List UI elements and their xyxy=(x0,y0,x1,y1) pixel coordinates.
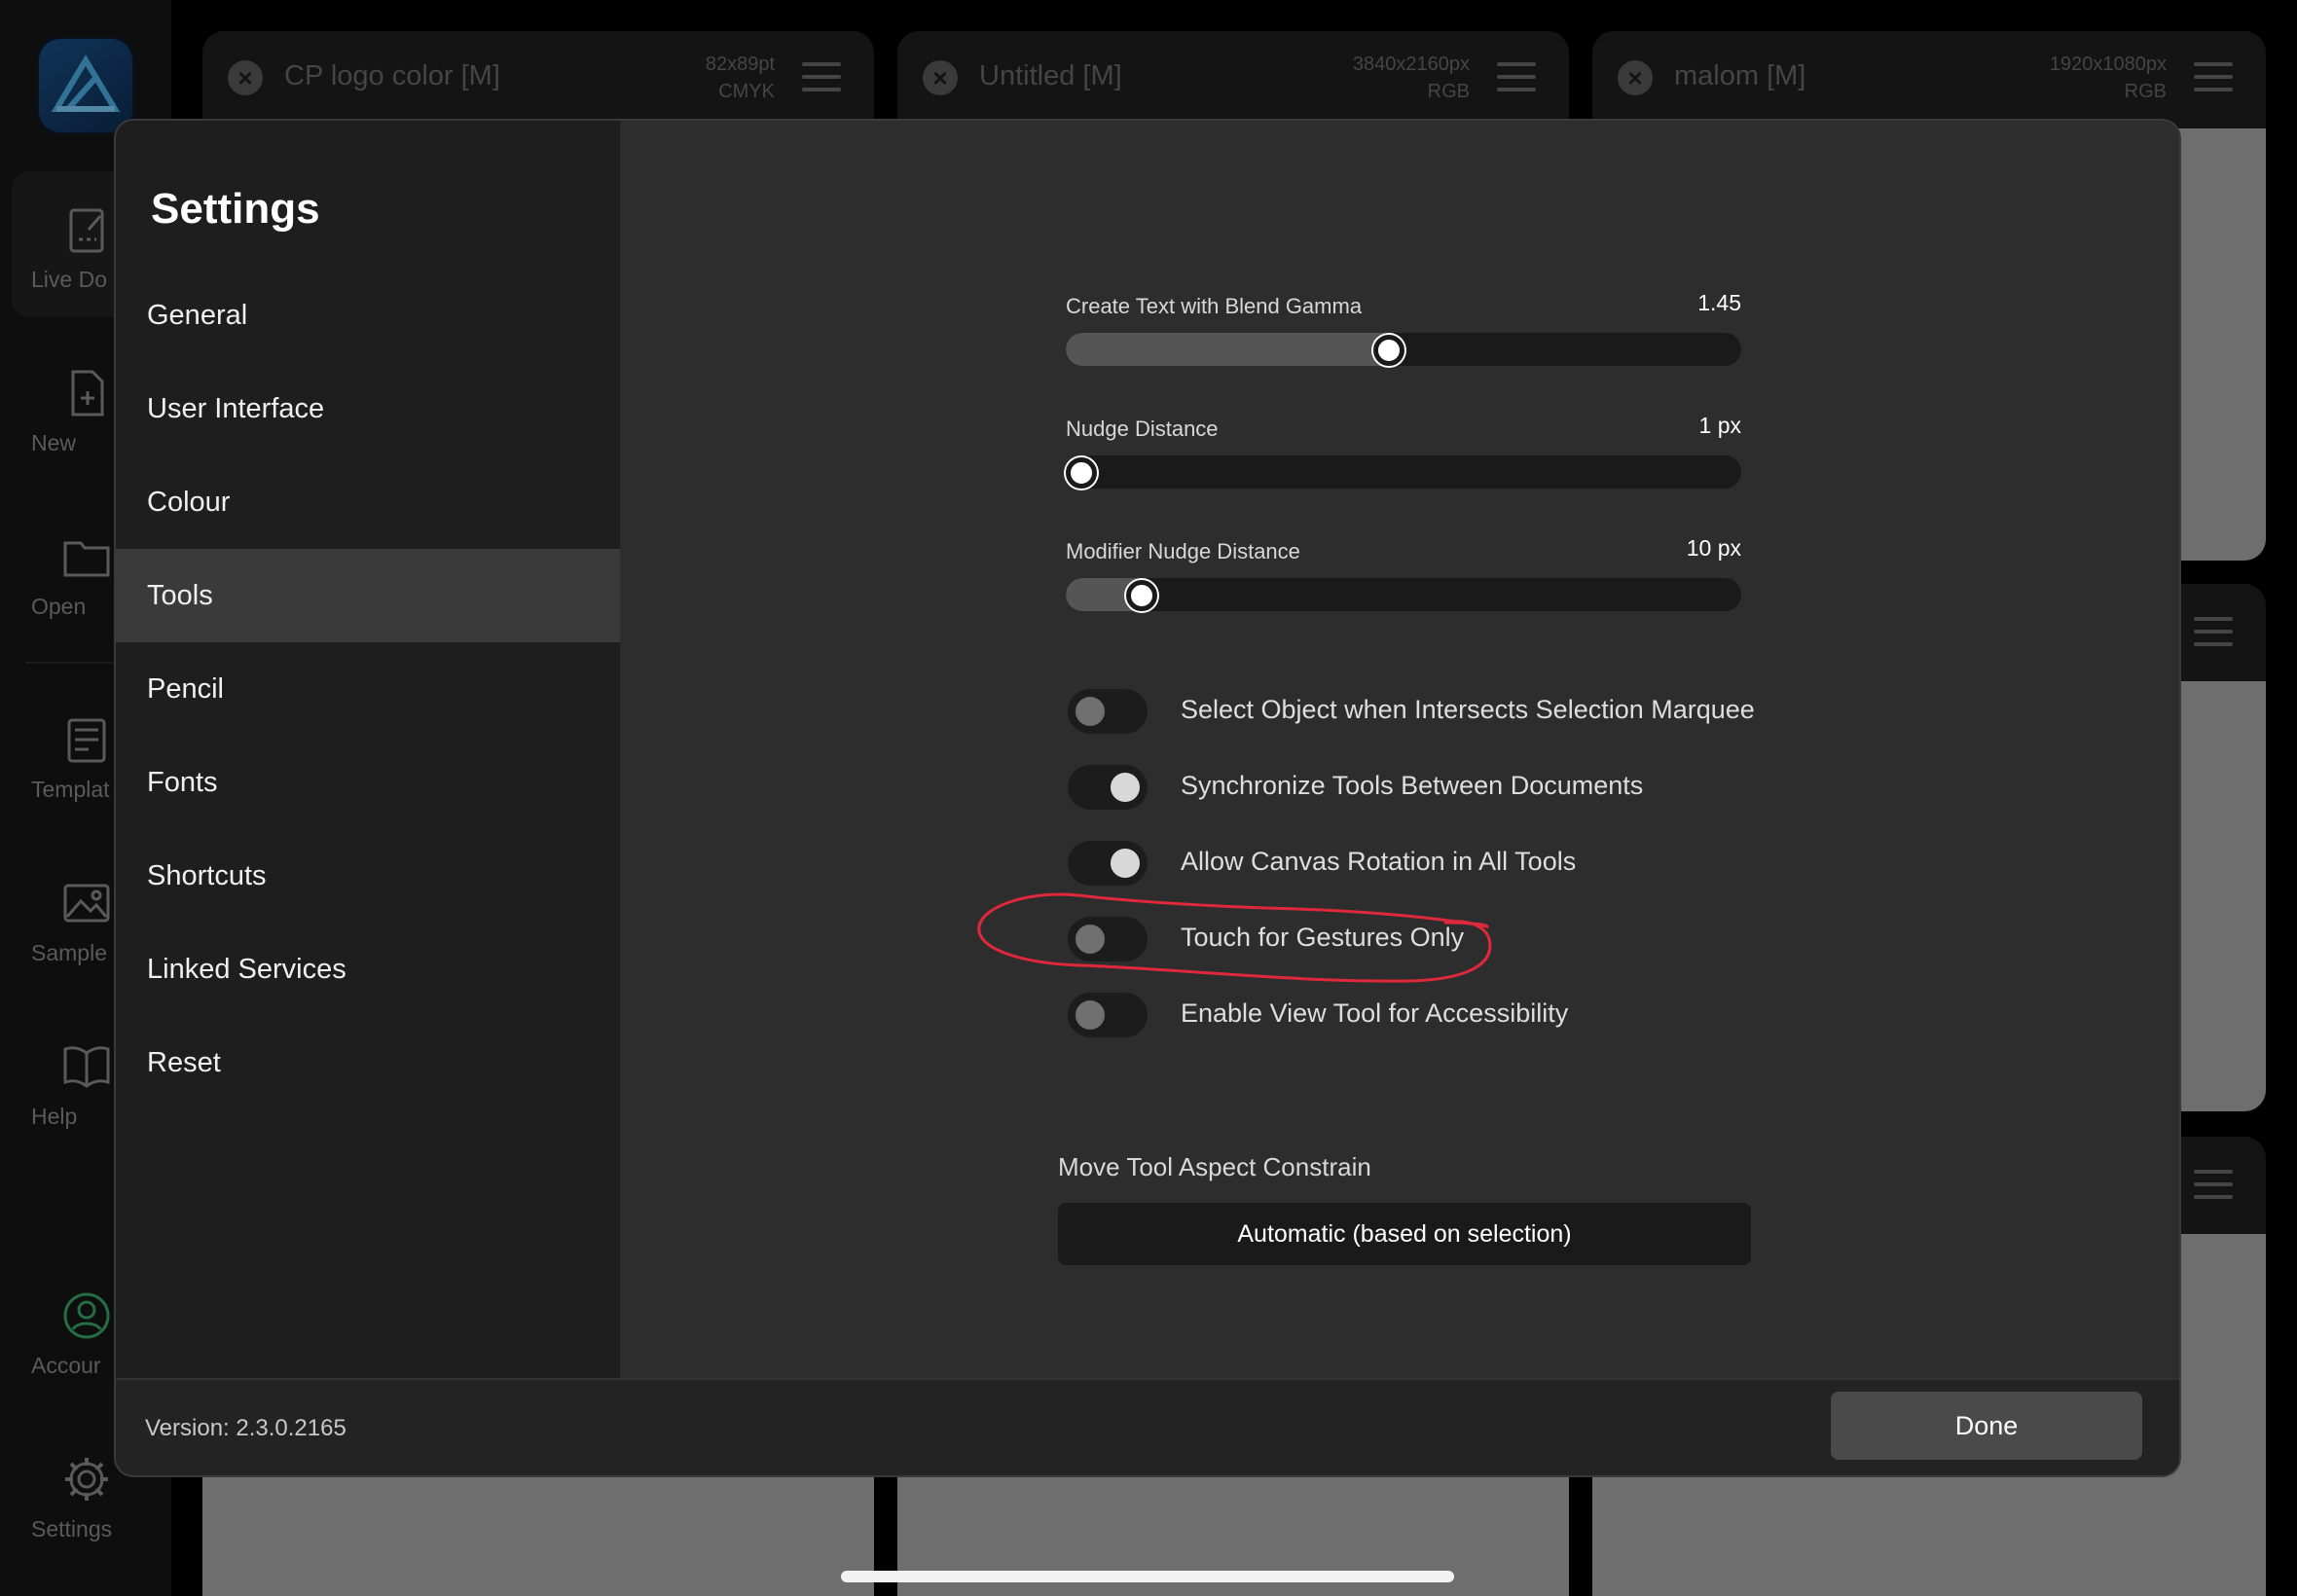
slider-thumb[interactable] xyxy=(1066,457,1097,489)
constrain-label: Move Tool Aspect Constrain xyxy=(1058,1152,1371,1181)
nav-item-pencil[interactable]: Pencil xyxy=(116,642,620,736)
toggle-label: Select Object when Intersects Selection … xyxy=(1181,695,1755,724)
toggle-label: Touch for Gestures Only xyxy=(1181,923,1465,952)
nav-item-tools[interactable]: Tools xyxy=(116,549,620,642)
dialog-footer: Version: 2.3.0.2165 Done xyxy=(116,1378,2179,1475)
done-button[interactable]: Done xyxy=(1831,1392,2142,1460)
toggle-switch[interactable] xyxy=(1068,841,1148,886)
nav-item-reset[interactable]: Reset xyxy=(116,1016,620,1109)
nav-item-general[interactable]: General xyxy=(116,269,620,362)
slider-track[interactable] xyxy=(1066,455,1741,489)
toggle-switch[interactable] xyxy=(1068,993,1148,1037)
slider-value: 1.45 xyxy=(1697,290,1741,315)
settings-content: Create Text with Blend Gamma 1.45 Nudge … xyxy=(620,121,2179,1378)
toggle-label: Allow Canvas Rotation in All Tools xyxy=(1181,847,1577,876)
slider-label: Modifier Nudge Distance xyxy=(1066,539,1300,563)
slider-fill xyxy=(1066,333,1394,366)
toggle-knob xyxy=(1111,849,1140,878)
settings-nav: Settings General User Interface Colour T… xyxy=(116,121,620,1378)
settings-dialog: Settings General User Interface Colour T… xyxy=(116,121,2179,1475)
nav-item-user-interface[interactable]: User Interface xyxy=(116,362,620,455)
nav-item-fonts[interactable]: Fonts xyxy=(116,736,620,829)
nav-item-linked-services[interactable]: Linked Services xyxy=(116,923,620,1016)
version-label: Version: 2.3.0.2165 xyxy=(145,1415,346,1441)
constrain-dropdown[interactable]: Automatic (based on selection) xyxy=(1058,1203,1751,1265)
slider-thumb[interactable] xyxy=(1372,335,1404,366)
toggle-label: Enable View Tool for Accessibility xyxy=(1181,998,1569,1028)
slider-value: 1 px xyxy=(1698,413,1741,438)
dialog-title: Settings xyxy=(151,185,320,233)
slider-label: Nudge Distance xyxy=(1066,417,1219,441)
toggle-knob xyxy=(1076,697,1105,726)
slider-value: 10 px xyxy=(1686,535,1741,561)
slider-track[interactable] xyxy=(1066,578,1741,611)
slider-label: Create Text with Blend Gamma xyxy=(1066,294,1363,318)
toggle-label: Synchronize Tools Between Documents xyxy=(1181,771,1644,800)
toggle-switch[interactable] xyxy=(1068,765,1148,810)
home-indicator[interactable] xyxy=(841,1571,1454,1582)
toggle-switch[interactable] xyxy=(1068,917,1148,961)
nav-item-colour[interactable]: Colour xyxy=(116,455,620,549)
toggle-switch[interactable] xyxy=(1068,689,1148,734)
toggle-knob xyxy=(1111,773,1140,802)
toggle-knob xyxy=(1076,1000,1105,1030)
toggle-knob xyxy=(1076,925,1105,954)
nav-item-shortcuts[interactable]: Shortcuts xyxy=(116,829,620,923)
